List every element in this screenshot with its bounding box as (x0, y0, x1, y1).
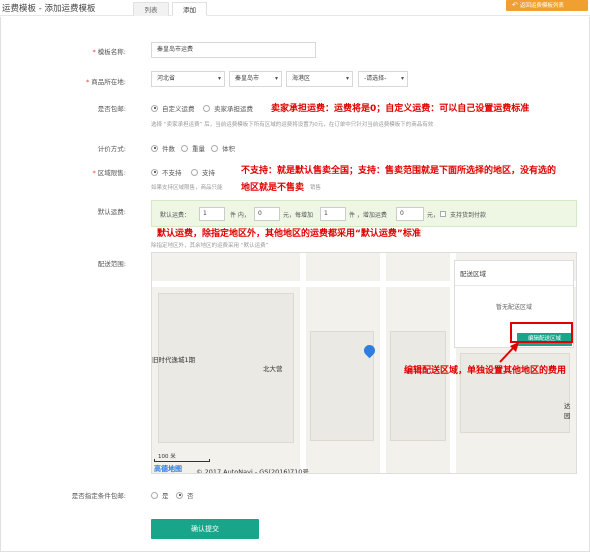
radio-not-support[interactable]: 不支持 (151, 167, 182, 177)
radio-unchecked-icon (151, 491, 158, 499)
map-copyright: © 2017 AutoNavi - GS(2016)710号 (196, 468, 309, 474)
region-limit-hint-start: 如果支持区域限售，商品只能 (151, 185, 223, 191)
additional-fee-input[interactable]: 0 (396, 207, 424, 221)
back-button-label: 返回运费模板列表 (519, 3, 564, 9)
first-count-input[interactable]: 1 (199, 207, 225, 221)
region-limit-hint-end: 销售 (310, 185, 322, 191)
map-scale-bar (154, 459, 210, 462)
free-shipping-label: 是否包邮: (97, 105, 126, 113)
cod-label: 支持货到付款 (450, 212, 487, 219)
cod-checkbox[interactable] (440, 211, 446, 217)
chevron-down-icon: ▾ (274, 75, 278, 82)
district-select[interactable]: 海港区 ▾ (286, 71, 353, 87)
annotation-region-limit-1: 不支持：就是默认售卖全国；支持：售卖范围就是下面所选择的地区，没有选的 (241, 166, 557, 176)
template-name-label: * 模板名称: (92, 48, 126, 56)
default-freight-text-1: 默认运费： (160, 212, 191, 219)
radio-checked-icon (176, 491, 183, 499)
radio-unchecked-icon (211, 144, 218, 152)
chevron-down-icon: ▾ (345, 75, 349, 82)
additional-count-input[interactable]: 1 (320, 207, 346, 221)
map-label-place2: 北大营 (263, 365, 283, 373)
annotation-free-shipping: 卖家承担运费：运费将是0；自定义运费：可以自己设置运费标准 (271, 104, 530, 114)
default-freight-text-3: 元，每增加 (283, 212, 314, 219)
street-select[interactable]: -请选择- ▾ (358, 71, 408, 87)
radio-by-weight[interactable]: 重量 (181, 143, 205, 153)
map-logo: 高德地图 (154, 465, 182, 473)
page-title: 运费模板 - 添加运费模板 (2, 4, 96, 14)
city-select[interactable]: 秦皇岛市 ▾ (229, 71, 282, 87)
radio-conditional-no[interactable]: 否 (176, 490, 194, 500)
radio-by-count[interactable]: 件数 (151, 143, 175, 153)
radio-checked-icon (151, 168, 158, 176)
delivery-area-label: 配送范围: (97, 260, 126, 268)
default-freight-label: 默认运费: (97, 208, 126, 216)
radio-unchecked-icon (191, 168, 198, 176)
back-to-list-button[interactable]: ↶ 返回运费模板列表 (506, 0, 588, 11)
default-freight-hint: 除指定地区外，其余地区的运费采用 “默认运费” (151, 243, 269, 249)
delivery-area-panel-title: 配送区域 (460, 270, 486, 278)
tab-list[interactable]: 列表 (133, 2, 169, 16)
radio-unchecked-icon (203, 104, 210, 112)
radio-unchecked-icon (181, 144, 188, 152)
conditional-free-label: 是否指定条件包邮: (71, 492, 126, 500)
default-freight-text-2: 件 内， (230, 212, 250, 219)
radio-checked-icon (151, 144, 158, 152)
radio-custom-freight[interactable]: 自定义运费 (151, 103, 195, 113)
radio-checked-icon (151, 104, 158, 112)
back-arrow-icon: ↶ (512, 1, 518, 9)
tab-add[interactable]: 添加 (172, 2, 207, 16)
map-label-place1: 旧时代逸城1期 (152, 356, 196, 364)
default-freight-text-4: 件 ，增加运费 (349, 212, 387, 219)
annotation-edit-area: 编辑配送区域，单独设置其他地区的费用 (404, 366, 567, 376)
default-freight-box: 默认运费： 1 件 内， 0 元，每增加 1 件 ，增加运费 0 元， 支持货到… (151, 200, 577, 227)
first-fee-input[interactable]: 0 (254, 207, 280, 221)
default-freight-text-5: 元， (427, 212, 440, 219)
location-label: * 商品所在地: (85, 78, 126, 86)
annotation-region-limit-2: 地区就是不售卖 (241, 183, 305, 193)
chevron-down-icon: ▾ (217, 75, 221, 82)
chevron-down-icon: ▾ (400, 75, 404, 82)
template-name-input[interactable]: 秦皇岛市运费 (151, 42, 316, 58)
delivery-area-empty-text: 暂无配送区域 (495, 304, 532, 311)
pricing-label: 计价方式: (97, 145, 126, 153)
map-label-place3: 达园 (564, 402, 571, 420)
radio-conditional-yes[interactable]: 是 (151, 490, 169, 500)
province-select[interactable]: 河北省 ▾ (151, 71, 225, 87)
submit-button[interactable]: 确认提交 (151, 519, 259, 539)
free-shipping-hint: 选择 “卖家承担运费” 后，当前运费模板下所有区域的运费将设置为0元，在订单中只… (151, 122, 434, 128)
radio-by-volume[interactable]: 体积 (211, 143, 235, 153)
annotation-default-freight: 默认运费，除指定地区外，其他地区的运费都采用“默认运费”标准 (157, 229, 421, 239)
annotation-arrow-icon (499, 342, 519, 363)
radio-seller-pays[interactable]: 卖家承担运费 (203, 103, 253, 113)
radio-support[interactable]: 支持 (191, 167, 215, 177)
top-bar: 运费模板 - 添加运费模板 列表 添加 ↶ 返回运费模板列表 (0, 0, 590, 16)
region-limit-label: * 区域限售: (92, 169, 126, 177)
